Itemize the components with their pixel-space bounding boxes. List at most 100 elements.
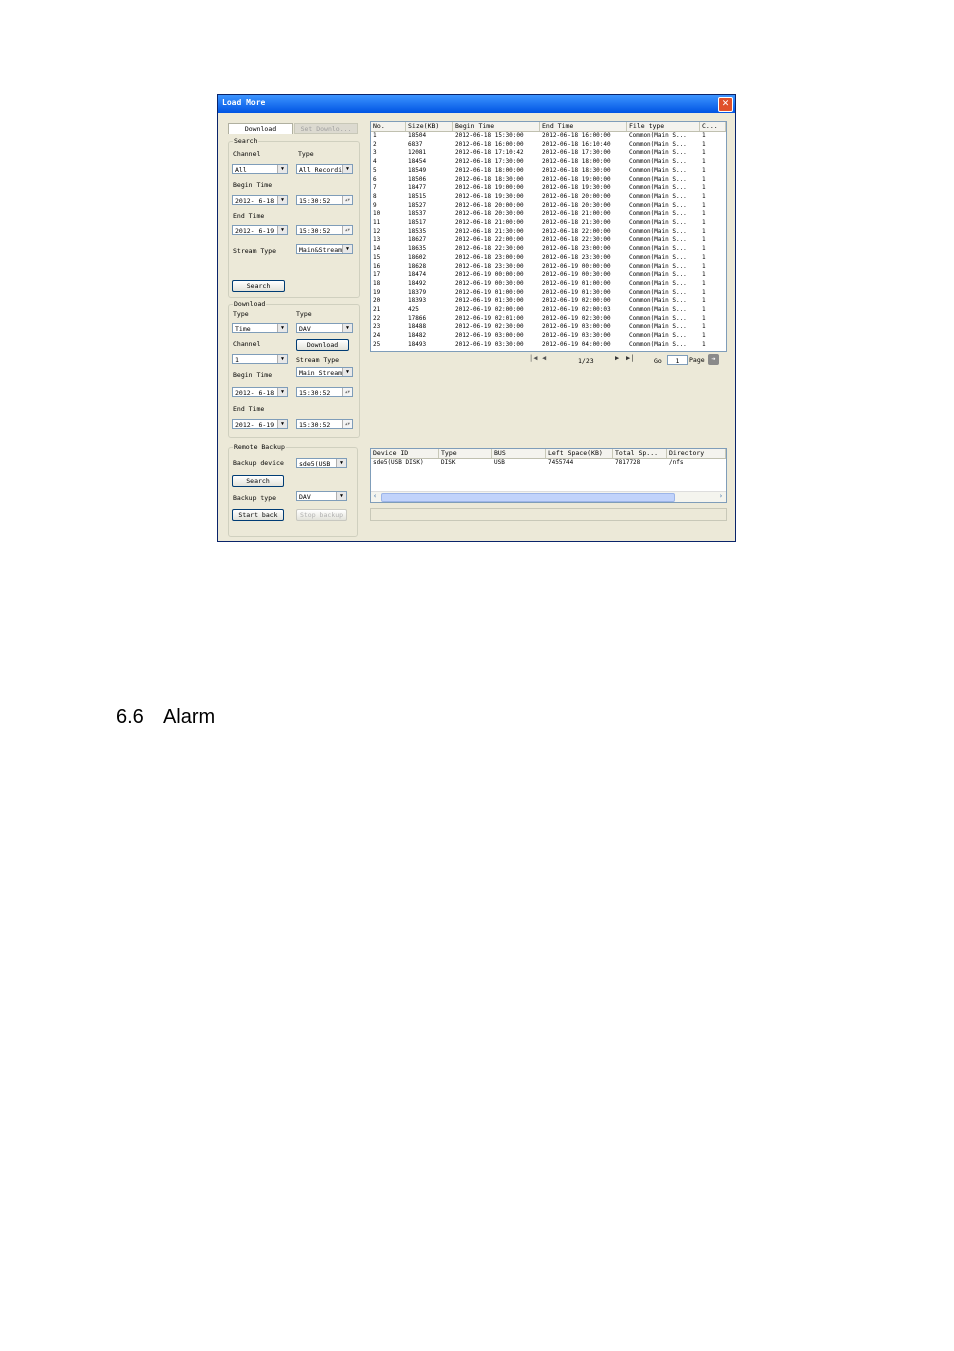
search-type-select[interactable]: All Recordi ▼	[296, 164, 353, 174]
download-file-type-select[interactable]: DAV ▼	[296, 323, 353, 333]
col-header-bus[interactable]: BUS	[492, 449, 546, 458]
table-row[interactable]: 17 18474 2012-06-19 00:00:00 2012-06-19 00:…	[371, 271, 726, 280]
download-button[interactable]: Download	[296, 339, 349, 351]
col-header-size[interactable]: Size(KB)	[406, 122, 453, 131]
table-row[interactable]: 19 18379 2012-06-19 01:00:00 2012-06-19 01:…	[371, 289, 726, 298]
download-end-clock-value: 15:30:52	[299, 421, 331, 429]
spinner-icon[interactable]: ▲▼	[342, 420, 352, 428]
col-header-file-type[interactable]: File type	[627, 122, 700, 131]
table-row[interactable]: 24 18482 2012-06-19 03:00:00 2012-06-19 03:…	[371, 332, 726, 341]
table-row[interactable]: 3 12081 2012-06-18 17:10:42 2012-06-18 17:3…	[371, 149, 726, 158]
chevron-down-icon: ▼	[277, 226, 287, 234]
col-header-begin-time[interactable]: Begin Time	[453, 122, 540, 131]
table-row[interactable]: 6 18506 2012-06-18 18:30:00 2012-06-18 19:0…	[371, 176, 726, 185]
backup-search-button[interactable]: Search	[232, 475, 284, 487]
table-row[interactable]: 13 18627 2012-06-18 22:00:00 2012-06-18 22:…	[371, 236, 726, 245]
search-end-clock[interactable]: 15:30:52 ▲▼	[296, 225, 353, 235]
table-cell: 7	[373, 184, 377, 192]
backup-type-select[interactable]: DAV ▼	[296, 491, 347, 501]
spinner-icon[interactable]: ▲▼	[342, 196, 352, 204]
device-cell: DISK	[441, 459, 456, 466]
file-list-table[interactable]: No. Size(KB) Begin Time End Time File ty…	[370, 121, 727, 352]
table-row[interactable]: 18 18492 2012-06-19 00:30:00 2012-06-19 01:…	[371, 280, 726, 289]
tab-set-download[interactable]: Set Downlo...	[294, 123, 358, 134]
backup-device-select[interactable]: sde5(USB ▼	[296, 458, 347, 468]
scroll-right-icon[interactable]: ›	[719, 492, 723, 500]
table-row[interactable]: 10 18537 2012-06-18 20:30:00 2012-06-18 21:…	[371, 210, 726, 219]
download-stream-type-select[interactable]: Main Stream ▼	[296, 367, 353, 377]
close-icon[interactable]: ✕	[718, 97, 733, 112]
table-cell: Common(Main S...	[629, 219, 687, 226]
col-header-total-space[interactable]: Total Sp...	[613, 449, 667, 458]
table-cell: Common(Main S...	[629, 340, 687, 348]
table-cell: Common(Main S...	[629, 332, 687, 340]
table-cell: 12	[373, 227, 381, 235]
col-header-end-time[interactable]: End Time	[540, 122, 627, 131]
download-end-date[interactable]: 2012- 6-19 ▼	[232, 419, 288, 429]
horizontal-scrollbar[interactable]: ‹ ›	[371, 491, 726, 502]
table-row[interactable]: 14 18635 2012-06-18 22:30:00 2012-06-18 23:…	[371, 245, 726, 254]
go-page-icon[interactable]: ➔	[708, 354, 719, 365]
search-end-date[interactable]: 2012- 6-19 ▼	[232, 225, 288, 235]
table-row[interactable]: 1 18504 2012-06-18 15:30:00 2012-06-18 16:0…	[371, 132, 726, 141]
col-header-type[interactable]: Type	[439, 449, 492, 458]
download-type-select[interactable]: Time ▼	[232, 323, 288, 333]
table-row[interactable]: 21 425 2012-06-19 02:00:00 2012-06-19 02:00…	[371, 306, 726, 315]
table-cell: 1	[702, 306, 706, 313]
table-row[interactable]: 7 18477 2012-06-18 19:00:00 2012-06-18 19:3…	[371, 184, 726, 193]
table-row[interactable]: 25 18493 2012-06-19 03:30:00 2012-06-19 04:…	[371, 341, 726, 350]
search-button[interactable]: Search	[232, 280, 285, 292]
title-bar[interactable]: Load More ✕	[218, 95, 735, 113]
table-row[interactable]: 11 18517 2012-06-18 21:00:00 2012-06-18 21:…	[371, 219, 726, 228]
download-end-clock[interactable]: 15:30:52 ▲▼	[296, 419, 353, 429]
chevron-down-icon: ▼	[277, 324, 287, 332]
scrollbar-thumb[interactable]	[381, 493, 675, 502]
col-header-device-id[interactable]: Device ID	[371, 449, 439, 458]
table-row[interactable]: 23 18488 2012-06-19 02:30:00 2012-06-19 03:…	[371, 323, 726, 332]
search-stream-type-select[interactable]: Main&Stream ▼	[296, 244, 353, 254]
download-begin-date[interactable]: 2012- 6-18 ▼	[232, 387, 288, 397]
last-page-icon[interactable]: ▶|	[626, 354, 634, 362]
download-stream-type-label: Stream Type	[296, 356, 340, 364]
search-end-date-value: 2012- 6-19	[235, 227, 275, 235]
table-row[interactable]: 16 18628 2012-06-18 23:30:00 2012-06-19 00:…	[371, 263, 726, 272]
table-row[interactable]: 9 18527 2012-06-18 20:00:00 2012-06-18 20:3…	[371, 202, 726, 211]
col-header-no[interactable]: No.	[371, 122, 406, 131]
start-backup-button[interactable]: Start back	[232, 509, 284, 521]
tab-download[interactable]: Download	[228, 123, 293, 134]
chevron-down-icon: ▼	[336, 459, 346, 467]
table-row[interactable]: 4 18454 2012-06-18 17:30:00 2012-06-18 18:0…	[371, 158, 726, 167]
table-row[interactable]: 15 18602 2012-06-18 23:00:00 2012-06-18 23:…	[371, 254, 726, 263]
table-row[interactable]: 2 6837 2012-06-18 16:00:00 2012-06-18 16:10…	[371, 141, 726, 150]
table-cell: 2012-06-19 01:30:00	[455, 297, 524, 305]
stop-backup-button[interactable]: Stop backup	[296, 509, 347, 521]
page-number-input[interactable]: 1	[667, 355, 688, 365]
table-row[interactable]: 22 17866 2012-06-19 02:01:00 2012-06-19 02:…	[371, 315, 726, 324]
scroll-left-icon[interactable]: ‹	[373, 492, 377, 500]
table-cell: Common(Main S...	[629, 297, 687, 305]
col-header-left-space[interactable]: Left Space(KB)	[546, 449, 613, 458]
download-begin-clock[interactable]: 15:30:52 ▲▼	[296, 387, 353, 397]
table-cell: 18482	[408, 332, 427, 340]
table-row[interactable]: 20 18393 2012-06-19 01:30:00 2012-06-19 02:…	[371, 297, 726, 306]
page-label: Page	[689, 356, 705, 364]
table-cell: 1	[702, 332, 706, 340]
table-row[interactable]: 12 18535 2012-06-18 21:30:00 2012-06-18 22:…	[371, 228, 726, 237]
device-table[interactable]: Device ID Type BUS Left Space(KB) Total …	[370, 448, 727, 503]
table-row[interactable]: 5 18549 2012-06-18 18:00:00 2012-06-18 18:3…	[371, 167, 726, 176]
first-page-icon[interactable]: |◀	[529, 354, 537, 362]
table-row[interactable]: 8 18515 2012-06-18 19:30:00 2012-06-18 20:0…	[371, 193, 726, 202]
device-row[interactable]: sde5(USB DISK) DISK USB 7455744 7817728/nfs	[371, 459, 726, 468]
spinner-icon[interactable]: ▲▼	[342, 226, 352, 234]
col-header-channel[interactable]: C...	[700, 122, 726, 131]
col-header-directory[interactable]: Directory	[667, 449, 726, 458]
spinner-icon[interactable]: ▲▼	[342, 388, 352, 396]
table-cell: 1	[702, 227, 706, 235]
search-begin-clock[interactable]: 15:30:52 ▲▼	[296, 195, 353, 205]
prev-page-icon[interactable]: ◀	[542, 354, 546, 362]
search-channel-select[interactable]: All ▼	[232, 164, 288, 174]
next-page-icon[interactable]: ▶	[615, 354, 619, 362]
chevron-down-icon: ▼	[277, 420, 287, 428]
download-channel-select[interactable]: 1 ▼	[232, 354, 288, 364]
search-begin-date[interactable]: 2012- 6-18 ▼	[232, 195, 288, 205]
